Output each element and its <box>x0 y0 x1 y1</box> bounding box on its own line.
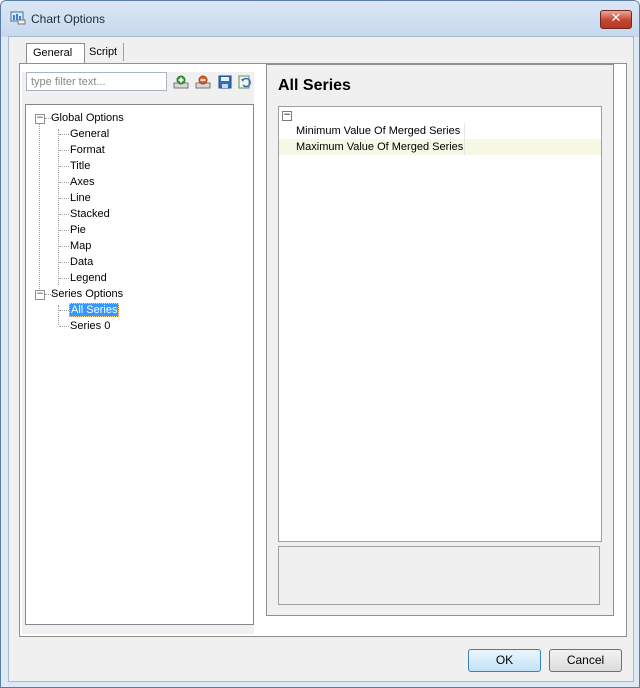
property-row-max[interactable]: Maximum Value Of Merged Series <box>279 139 601 155</box>
tree-item-label: Series 0 <box>70 320 111 332</box>
close-icon: ✕ <box>610 11 622 26</box>
tree-item-title[interactable]: Title <box>70 158 90 174</box>
series-options-expander[interactable]: − <box>35 290 45 300</box>
tree-item-label: Axes <box>70 176 95 188</box>
tree-item-label: All Series <box>69 303 120 317</box>
collapse-all-icon[interactable] <box>195 74 211 90</box>
window-title: Chart Options <box>31 12 106 26</box>
save-icon[interactable] <box>217 74 233 90</box>
tree-item-format[interactable]: Format <box>70 142 105 158</box>
tree-item-all-series[interactable]: All Series <box>69 302 120 318</box>
tree-item-data[interactable]: Data <box>70 254 93 270</box>
tree-item-label: General <box>70 128 110 140</box>
title-bar[interactable]: Chart Options ✕ <box>1 1 639 37</box>
general-tab-panel: type filter text... − Global Options Gen… <box>19 63 627 637</box>
property-value-min[interactable] <box>464 123 601 139</box>
filter-input[interactable]: type filter text... <box>26 72 167 91</box>
tree-global-options-label: Global Options <box>51 112 124 124</box>
tree-item-pie[interactable]: Pie <box>70 222 86 238</box>
tree-item-general[interactable]: General <box>70 126 109 142</box>
tree-item-label: Title <box>70 160 91 172</box>
tab-general[interactable]: General <box>26 43 85 63</box>
tree-item-axes[interactable]: Axes <box>70 174 94 190</box>
dialog-client: General Script type filter text... − Glo… <box>8 36 634 682</box>
tree-item-stacked[interactable]: Stacked <box>70 206 110 222</box>
tree-item-label: Line <box>70 192 91 204</box>
tree-item-label: Stacked <box>70 208 110 220</box>
property-description-area <box>278 546 600 605</box>
cancel-button[interactable]: Cancel <box>549 649 622 672</box>
tree-item-label: Format <box>70 144 105 156</box>
tree-item-map[interactable]: Map <box>70 238 91 254</box>
global-options-expander[interactable]: − <box>35 114 45 124</box>
dialog-window: Chart Options ✕ General Script type filt… <box>0 0 640 688</box>
tab-script-label: Script <box>89 46 118 58</box>
property-grid: − Minimum Value Of Merged Series Maximum… <box>278 106 602 542</box>
property-name: Minimum Value Of Merged Series <box>296 125 461 137</box>
options-detail-panel: All Series − Minimum Value Of Merged Ser… <box>266 64 614 616</box>
property-name: Maximum Value Of Merged Series <box>296 141 464 153</box>
tree-item-series-0[interactable]: Series 0 <box>70 318 110 334</box>
restore-icon[interactable] <box>237 74 253 90</box>
tree-item-label: Pie <box>70 224 86 236</box>
tab-general-label: General <box>33 47 73 59</box>
tree-item-label: Data <box>70 256 94 268</box>
property-value-max[interactable] <box>464 139 601 155</box>
filter-placeholder: type filter text... <box>31 76 106 88</box>
tree-item-label: Map <box>70 240 92 252</box>
property-row-min[interactable]: Minimum Value Of Merged Series <box>279 123 601 139</box>
expand-all-icon[interactable] <box>173 74 189 90</box>
tree-series-options-label: Series Options <box>51 288 124 300</box>
tree-item-line[interactable]: Line <box>70 190 91 206</box>
options-navigator: type filter text... − Global Options Gen… <box>22 72 254 634</box>
ok-button[interactable]: OK <box>468 649 541 672</box>
panel-heading: All Series <box>278 77 351 94</box>
tree-series-options[interactable]: Series Options <box>51 286 123 302</box>
chart-options-icon <box>10 11 26 25</box>
options-tree: − Global Options General Format Title Ax… <box>25 104 254 625</box>
tree-item-legend[interactable]: Legend <box>70 270 107 286</box>
tree-global-options[interactable]: Global Options <box>51 110 124 126</box>
tree-item-label: Legend <box>70 272 107 284</box>
close-button[interactable]: ✕ <box>600 10 632 29</box>
tab-script[interactable]: Script <box>83 43 125 61</box>
property-group-collapse[interactable]: − <box>282 111 292 121</box>
